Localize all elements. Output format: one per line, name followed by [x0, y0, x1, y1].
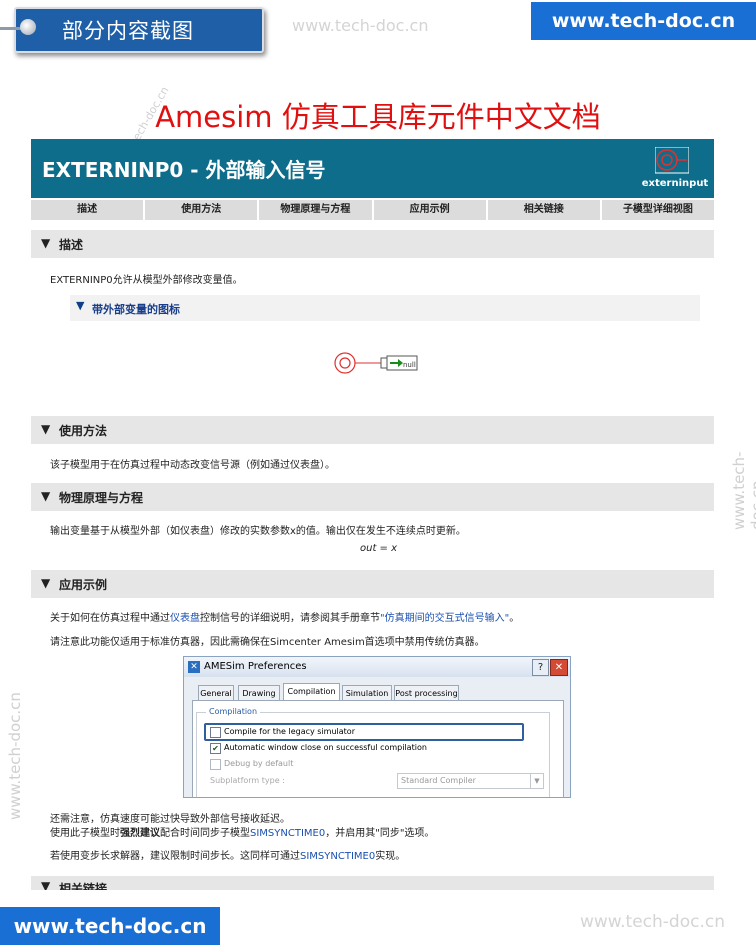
examples-paragraph-2: 请注意此功能仅适用于标准仿真器，因此需确保在Simcenter Amesim首选… — [50, 637, 485, 648]
option-label: Compile for the legacy simulator — [224, 727, 355, 736]
option-label: Debug by default — [224, 759, 294, 768]
subplatform-select[interactable]: Standard Compiler ▼ — [397, 773, 544, 789]
preferences-dialog: ✕ AMESim Preferences ? ✕ General Drawing… — [183, 656, 571, 798]
app-icon: ✕ — [188, 661, 200, 673]
section-description[interactable]: ▼ 描述 — [31, 230, 714, 258]
section-title: 物理原理与方程 — [59, 491, 144, 505]
option-label: Automatic window close on successful com… — [224, 743, 427, 752]
tab-submodel-view[interactable]: 子模型详细视图 — [601, 200, 715, 220]
tab-usage[interactable]: 使用方法 — [145, 200, 260, 220]
section-usage[interactable]: ▼ 使用方法 — [31, 416, 714, 444]
auto-close-checkbox[interactable]: ✔ — [210, 743, 221, 754]
select-value: Standard Compiler — [401, 776, 476, 785]
subsection-title: 带外部变量的图标 — [92, 303, 180, 316]
subplatform-label: Subplatform type : — [210, 776, 285, 785]
tab-physics[interactable]: 物理原理与方程 — [259, 200, 374, 220]
watermark-left: www.tech-doc.cn — [6, 692, 24, 820]
dialog-title: AMESim Preferences — [204, 661, 307, 672]
simsynctime-link[interactable]: SIMSYNCTIME0 — [250, 828, 325, 839]
collapse-triangle-icon: ▼ — [41, 879, 51, 890]
section-title: 相关链接 — [59, 882, 108, 890]
simsynctime-link[interactable]: SIMSYNCTIME0 — [300, 851, 375, 862]
help-button[interactable]: ? — [532, 659, 549, 676]
examples-paragraph-4: 使用此子模型时强烈建议配合时间同步子模型SIMSYNCTIME0，并启用其"同步… — [50, 828, 435, 839]
null-label: null — [403, 361, 416, 369]
debug-checkbox[interactable] — [210, 759, 221, 770]
chevron-down-icon: ▼ — [530, 774, 543, 788]
bullet-dot-icon — [20, 19, 36, 35]
tab-description[interactable]: 描述 — [31, 200, 146, 220]
section-title: 应用示例 — [59, 578, 108, 592]
equation: out = x — [360, 543, 398, 554]
legacy-checkbox[interactable] — [210, 727, 221, 738]
examples-paragraph-3: 还需注意，仿真速度可能过快导致外部信号接收延迟。 — [50, 814, 290, 825]
group-label: Compilation — [206, 707, 261, 716]
watermark-top: www.tech-doc.cn — [292, 16, 429, 35]
tab-examples[interactable]: 应用示例 — [373, 200, 488, 220]
examples-paragraph-5: 若使用变步长求解器，建议限制时间步长。这同样可通过SIMSYNCTIME0实现。 — [50, 851, 406, 862]
physics-text: 输出变量基于从模型外部（如仪表盘）修改的实数参数x的值。输出仅在发生不连续点时更… — [50, 526, 466, 537]
doc-title: EXTERNINP0 - 外部输入信号 — [42, 158, 326, 182]
section-physics[interactable]: ▼ 物理原理与方程 — [31, 483, 714, 511]
subsection-icon-external[interactable]: ▼ 带外部变量的图标 — [70, 295, 700, 321]
section-title: 描述 — [59, 238, 84, 252]
usage-text: 该子模型用于在仿真过程中动态改变信号源（例如通过仪表盘）。 — [50, 460, 335, 471]
site-url-bottom[interactable]: www.tech-doc.cn — [0, 907, 220, 945]
externinput-label: externinput — [641, 178, 709, 189]
page-title: Amesim 仿真工具库元件中文文档 — [155, 100, 601, 134]
collapse-triangle-icon: ▼ — [41, 236, 51, 250]
section-links[interactable]: ▼ 相关链接 — [31, 876, 714, 890]
interactive-input-link[interactable]: "仿真期间的交互式信号输入" — [380, 613, 509, 624]
watermark-bottom: www.tech-doc.cn — [580, 912, 725, 932]
section-title: 使用方法 — [59, 424, 108, 438]
dashboard-link[interactable]: 仪表盘 — [170, 613, 200, 624]
doc-tabbar: 描述 使用方法 物理原理与方程 应用示例 相关链接 子模型详细视图 — [31, 200, 715, 220]
tab-links[interactable]: 相关链接 — [487, 200, 602, 220]
site-url-top[interactable]: www.tech-doc.cn — [531, 2, 756, 40]
collapse-triangle-icon: ▼ — [76, 299, 85, 312]
externinput-icon — [655, 147, 689, 174]
tab-label: 部分内容截图 — [62, 19, 194, 43]
examples-paragraph-1: 关于如何在仿真过程中通过仪表盘控制信号的详细说明，请参阅其手册章节"仿真期间的交… — [50, 613, 520, 624]
watermark-right: www.tech-doc.cn — [730, 451, 756, 530]
description-text: EXTERNINP0允许从模型外部修改变量值。 — [50, 275, 243, 286]
collapse-triangle-icon: ▼ — [41, 576, 51, 590]
section-examples[interactable]: ▼ 应用示例 — [31, 570, 714, 598]
close-button[interactable]: ✕ — [550, 659, 568, 676]
collapse-triangle-icon: ▼ — [41, 489, 51, 503]
dialog-titlebar: ✕ AMESim Preferences ? ✕ — [184, 657, 570, 677]
collapse-triangle-icon: ▼ — [41, 422, 51, 436]
dialog-tab-compilation[interactable]: Compilation — [283, 683, 340, 701]
